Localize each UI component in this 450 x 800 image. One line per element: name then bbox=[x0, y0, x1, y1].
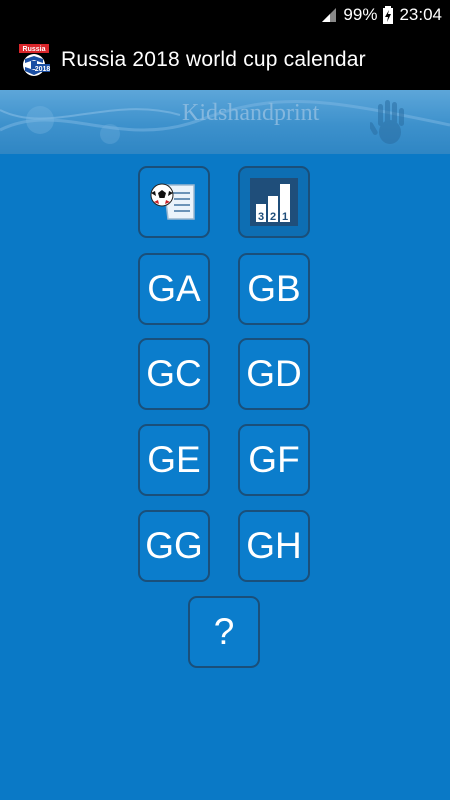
group-c-button[interactable]: GC bbox=[138, 338, 210, 410]
ball-and-list-icon bbox=[150, 183, 195, 220]
svg-text:3: 3 bbox=[258, 211, 264, 223]
group-h-button[interactable]: GH bbox=[238, 510, 310, 582]
standings-button[interactable]: 3 2 1 bbox=[238, 166, 310, 238]
match-schedule-button[interactable] bbox=[138, 166, 210, 238]
group-e-button[interactable]: GE bbox=[138, 424, 210, 496]
group-d-button[interactable]: GD bbox=[238, 338, 310, 410]
group-f-button[interactable]: GF bbox=[238, 424, 310, 496]
menu-grid: 3 2 1 GA GB GC GD GE GF GG GH ? bbox=[0, 0, 450, 800]
svg-text:2: 2 bbox=[270, 211, 276, 223]
podium-chart-icon: 3 2 1 bbox=[250, 178, 298, 226]
group-b-button[interactable]: GB bbox=[238, 253, 310, 325]
help-button[interactable]: ? bbox=[188, 596, 260, 668]
group-a-button[interactable]: GA bbox=[138, 253, 210, 325]
svg-text:1: 1 bbox=[282, 211, 288, 223]
group-g-button[interactable]: GG bbox=[138, 510, 210, 582]
